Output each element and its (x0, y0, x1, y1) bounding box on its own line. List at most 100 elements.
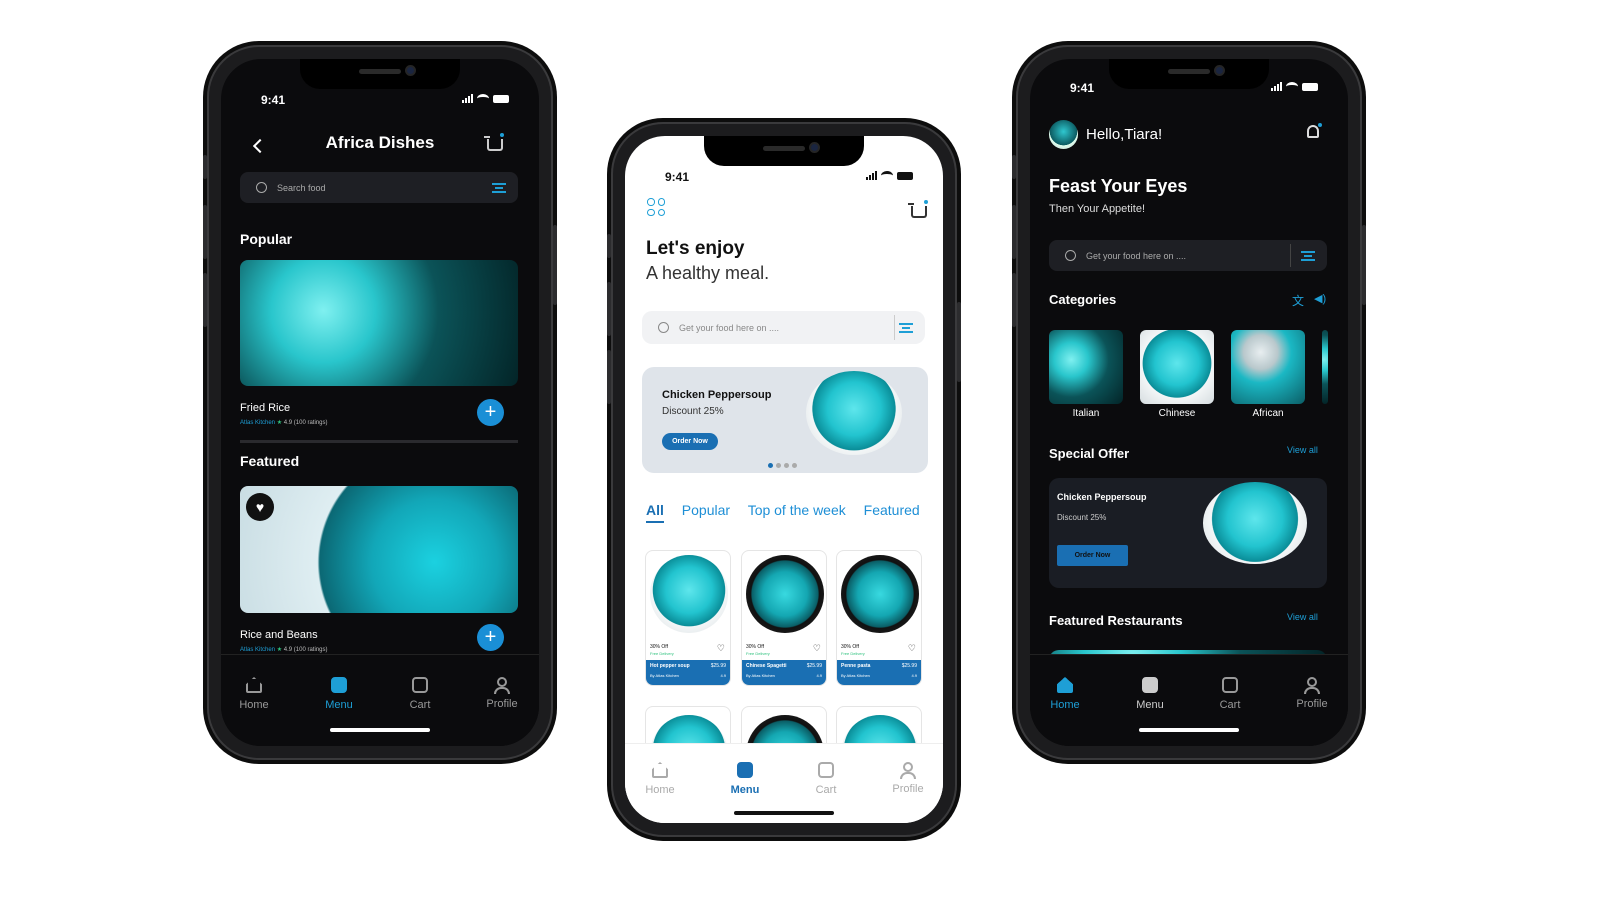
food-card[interactable]: 30% Off Free Delivery ♡ Chinese Spagetti… (741, 550, 827, 686)
search-input[interactable]: Get your food here on .... (642, 311, 925, 344)
star-icon: ★ (276, 647, 283, 653)
card-vendor: By Atlas Kitchen (746, 673, 775, 678)
search-placeholder: Get your food here on .... (1086, 250, 1187, 261)
filter-icon[interactable] (492, 182, 506, 193)
card-price: $25.99 (901, 663, 917, 669)
view-all-link[interactable]: View all (1287, 445, 1318, 455)
status-bar: 9:41 (247, 93, 513, 107)
item-name[interactable]: Fried Rice (240, 402, 290, 414)
card-delivery: Free Delivery (650, 651, 674, 656)
item-name[interactable]: Rice and Beans (240, 629, 318, 641)
filter-icon[interactable] (1301, 250, 1315, 261)
mute-switch (203, 155, 207, 179)
tab-cart[interactable]: Cart (791, 762, 861, 796)
tab-bar: Home Menu Cart Profile (625, 743, 943, 823)
phone-left: 9:41 Africa Dishes Search food Popular F… (203, 45, 557, 760)
african-image (1231, 330, 1305, 404)
tab-top-of-week[interactable]: Top of the week (748, 502, 846, 518)
carousel-dots[interactable] (768, 463, 797, 468)
view-all-link[interactable]: View all (1287, 612, 1318, 622)
avatar[interactable] (1049, 120, 1078, 149)
tab-popular[interactable]: Popular (682, 502, 730, 518)
signal-icon (462, 94, 473, 103)
item-rating: 4.9 (100 ratings) (283, 420, 328, 426)
category-card-italian[interactable]: Italian (1049, 330, 1123, 420)
cart-icon[interactable] (484, 133, 504, 151)
special-offer-card[interactable]: Chicken Peppersoup Discount 25% Order No… (1049, 478, 1327, 588)
tab-label: Home (239, 699, 269, 711)
home-icon (652, 762, 668, 778)
tab-menu[interactable]: Menu (710, 762, 780, 796)
food-card[interactable]: 30% Off Free Delivery ♡ Penne pasta $25.9… (836, 550, 922, 686)
greeting-heading: Let's enjoy (646, 238, 745, 259)
tab-label: Cart (409, 699, 431, 711)
category-card-african[interactable]: African (1231, 330, 1305, 420)
cart-icon[interactable] (908, 200, 928, 218)
promo-banner[interactable]: Chicken Peppersoup Discount 25% Order No… (642, 367, 928, 473)
notch (1109, 59, 1269, 89)
phone-center: 9:41 Let's enjoy A healthy meal. Get you… (607, 122, 961, 837)
tab-menu[interactable]: Menu (304, 677, 374, 711)
search-icon (658, 322, 669, 333)
tab-home[interactable]: Home (221, 677, 289, 711)
tab-menu[interactable]: Menu (1115, 677, 1185, 711)
divider (240, 440, 518, 443)
home-icon (1057, 677, 1073, 693)
rice-and-beans-image[interactable] (240, 486, 518, 613)
order-now-button[interactable]: Order Now (662, 433, 718, 450)
battery-icon (1302, 83, 1318, 91)
order-now-button[interactable]: Order Now (1057, 545, 1128, 566)
favorite-icon[interactable]: ♡ (813, 643, 821, 654)
cart-icon (1222, 677, 1238, 693)
card-vendor: By Atlas Kitchen (650, 673, 679, 678)
filter-icon[interactable] (899, 322, 913, 333)
search-divider (894, 315, 895, 340)
card-name: Hot pepper soup (650, 663, 690, 669)
tab-profile[interactable]: Profile (467, 677, 537, 710)
fried-rice-image[interactable] (240, 260, 518, 386)
add-button[interactable]: + (477, 399, 504, 426)
search-input[interactable]: Get your food here on .... (1049, 240, 1327, 271)
status-time: 9:41 (665, 170, 690, 184)
search-input[interactable]: Search food (240, 172, 518, 203)
tab-cart[interactable]: Cart (1195, 677, 1265, 711)
bell-icon[interactable] (1307, 123, 1322, 138)
tab-profile[interactable]: Profile (1277, 677, 1347, 710)
tab-label: Menu (325, 699, 353, 711)
wifi-icon (1286, 82, 1298, 91)
speaker-icon[interactable]: ◀) (1314, 292, 1326, 305)
greeting: Hello,Tiara! (1086, 126, 1163, 143)
tab-profile[interactable]: Profile (873, 762, 943, 795)
tab-home[interactable]: Home (1030, 677, 1100, 711)
tab-label: Cart (1219, 699, 1241, 711)
tab-label: Menu (730, 784, 760, 796)
section-heading-popular: Popular (240, 231, 293, 247)
card-discount: 30% Off (746, 644, 764, 650)
favorite-icon[interactable]: ♥ (246, 493, 274, 521)
tab-home[interactable]: Home (625, 762, 695, 796)
item-meta: Atlas Kitchen ★ 4.9 (100 ratings) (240, 419, 327, 426)
volume-up-button (607, 282, 611, 336)
screen-right: 9:41 Hello,Tiara! Feast Your Eyes Then Y… (1030, 59, 1348, 746)
cart-icon (412, 677, 428, 693)
home-indicator (330, 728, 430, 732)
card-name: Chinese Spagetti (746, 663, 787, 669)
favorite-icon[interactable]: ♡ (717, 643, 725, 654)
card-rating: 4.9 (816, 673, 822, 678)
card-price: $25.99 (806, 663, 822, 669)
wifi-icon (477, 94, 489, 103)
screen-center: 9:41 Let's enjoy A healthy meal. Get you… (625, 136, 943, 823)
food-card[interactable]: 30% Off Free Delivery ♡ Hot pepper soup $… (645, 550, 731, 686)
grid-menu-icon[interactable] (647, 198, 665, 216)
category-card-partial[interactable] (1322, 330, 1328, 404)
translate-icon[interactable]: 文 (1292, 292, 1304, 309)
headline: Feast Your Eyes (1049, 176, 1188, 196)
favorite-icon[interactable]: ♡ (908, 643, 916, 654)
tab-cart[interactable]: Cart (385, 677, 455, 711)
section-heading-featured: Featured (240, 453, 300, 469)
tab-featured[interactable]: Featured (864, 502, 920, 518)
tab-all[interactable]: All (646, 502, 664, 523)
category-card-chinese[interactable]: Chinese (1140, 330, 1214, 420)
add-button[interactable]: + (477, 624, 504, 651)
category-label: Chinese (1158, 408, 1196, 419)
